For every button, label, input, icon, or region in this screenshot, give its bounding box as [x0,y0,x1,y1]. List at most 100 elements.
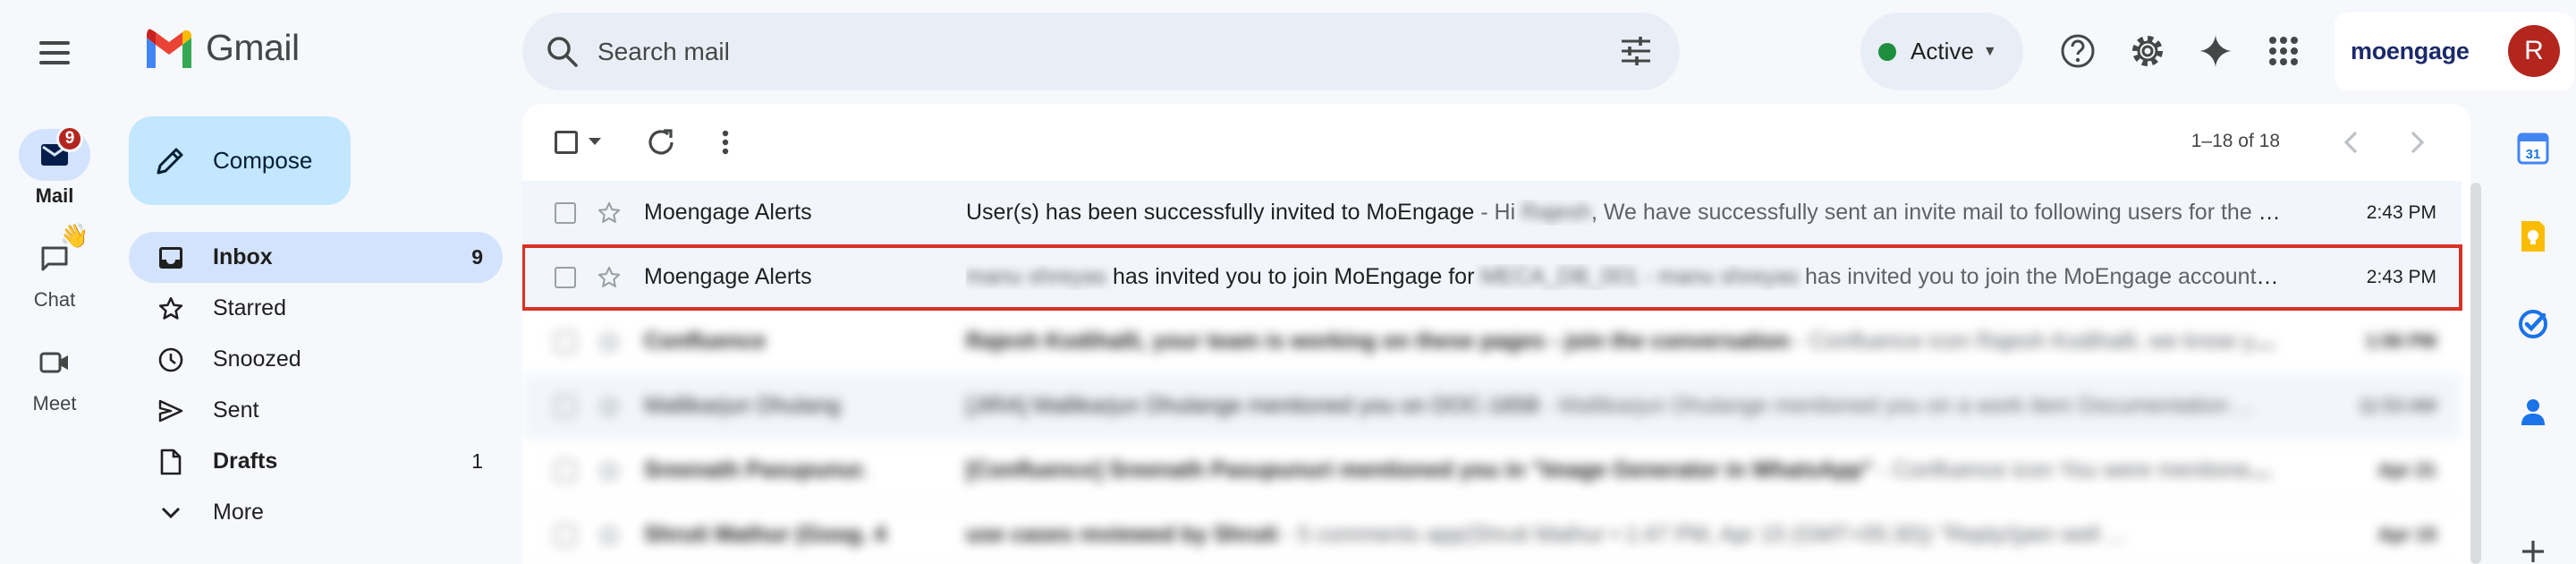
redacted-text: manu shreyas [966,264,1107,289]
nav-label-more: More [213,500,264,525]
nav-item-drafts[interactable]: Drafts 1 [129,436,503,487]
row-checkbox[interactable] [555,266,576,288]
svg-text:31: 31 [2526,147,2541,162]
star-icon[interactable] [597,394,622,419]
chevron-right-icon[interactable] [2399,125,2433,159]
send-icon [158,399,183,422]
email-row[interactable]: Confluence Rajesh Kodihalli, your team i… [522,310,2462,374]
list-toolbar: 1–18 of 18 [522,104,2470,181]
mail-list-panel: 1–18 of 18 Moengage Alerts User(s) has b… [522,104,2470,564]
rail-item-chat[interactable]: 👋 Chat [0,224,109,312]
search-input[interactable] [597,37,1581,66]
keep-icon [2521,221,2545,252]
email-sender: Moengage Alerts [644,264,812,289]
email-preview: use cases reviewed by Shruti - 5 comment… [966,522,2281,548]
email-row[interactable]: Shruti Mathur (Goog. 4 use cases reviewe… [522,503,2462,564]
email-row[interactable]: Mallikarjun Dhulang [JIRA] Mallikarjun D… [522,374,2462,439]
nav-label-snoozed: Snoozed [213,346,301,372]
rail-item-meet[interactable]: Meet [0,337,109,415]
email-preview: manu shreyas has invited you to join MoE… [966,264,2281,290]
nav-item-inbox[interactable]: Inbox 9 [129,232,503,283]
select-menu-chevron-icon[interactable] [587,136,603,147]
redacted-text: Rajesh [1521,200,1591,225]
chevron-down-icon: ▼ [1982,43,1997,59]
hamburger-line [39,41,70,45]
email-snippet: - 5 comments app(Shruti Mathur • 1:47 PM… [1277,522,2125,547]
email-sender: Shruti Mathur (Goog. 4 [644,522,886,547]
star-icon[interactable] [597,265,622,290]
pencil-icon [157,148,183,174]
rail-label-chat: Chat [33,288,76,311]
nav-label-starred: Starred [213,295,286,320]
row-checkbox[interactable] [555,201,576,224]
search-options-icon[interactable] [1619,34,1653,68]
email-sender: Confluence [644,329,767,354]
nav-item-starred[interactable]: Starred [129,283,503,334]
star-icon[interactable] [597,329,622,355]
email-preview: [Confluence] Sreenath Pasupunuri mention… [966,457,2281,483]
rail-item-mail[interactable]: 9 Mail [0,125,109,208]
nav-item-sent[interactable]: Sent [129,385,503,436]
list-scrollbar[interactable] [2470,183,2481,564]
email-sender: Moengage Alerts [644,200,812,225]
pagination-count: 1–18 of 18 [2190,131,2280,151]
gmail-wordmark: Gmail [206,27,300,68]
gmail-logo[interactable]: Gmail [143,27,300,69]
plus-icon [2522,541,2544,562]
draft-icon [160,449,182,474]
rail-pill: 👋 [19,224,90,285]
tasks-app-button[interactable] [2513,304,2553,344]
get-addons-button[interactable] [2513,532,2553,564]
email-snippet: - Mallikarjun Dhulange mentioned you on … [1538,393,2254,418]
email-subject: use cases reviewed by Shruti [966,522,1278,547]
compose-button[interactable]: Compose [129,116,351,205]
settings-button[interactable] [2127,30,2168,72]
inbox-icon [159,246,182,269]
email-subject: has invited you to join MoEngage for [1106,264,1481,289]
row-checkbox[interactable] [555,524,576,546]
hamburger-line [39,51,70,55]
nav-item-snoozed[interactable]: Snoozed [129,334,503,385]
row-checkbox[interactable] [555,395,576,417]
side-panel: 31 [2490,104,2576,564]
email-row[interactable]: Moengage Alerts User(s) has been success… [522,181,2462,245]
main-menu-button[interactable] [32,30,77,75]
email-time: 2:43 PM [2366,201,2436,223]
tasks-icon [2519,310,2547,338]
email-snippet-prefix: - Hi [1474,200,1522,225]
keep-app-button[interactable] [2513,217,2553,256]
email-time: Apr 21 [2377,459,2436,481]
row-checkbox[interactable] [555,330,576,353]
help-button[interactable] [2057,30,2098,72]
email-time: 1:56 PM [2365,330,2436,352]
contacts-icon [2521,399,2545,425]
star-icon[interactable] [597,523,622,548]
avatar: R [2508,25,2560,77]
chevron-left-icon[interactable] [2335,125,2369,159]
more-vert-icon[interactable] [708,125,742,159]
nav-label-inbox: Inbox [213,244,273,269]
email-preview: User(s) has been successfully invited to… [966,200,2281,226]
rail-pill [19,337,90,389]
select-all-checkbox[interactable] [555,131,578,154]
waving-hand-icon: 👋 [60,222,89,249]
folder-nav: Inbox 9 Starred Snoozed Sent Drafts 1 Mo… [129,232,503,538]
calendar-app-button[interactable]: 31 [2513,129,2553,168]
chat-icon [41,246,68,271]
email-time: Apr 15 [2377,524,2436,545]
search-icon[interactable] [546,35,580,69]
account-switcher[interactable]: moengage R [2334,13,2574,90]
email-snippet: , We have successfully sent an invite ma… [1590,200,2281,225]
refresh-icon[interactable] [644,125,678,159]
email-row[interactable]: Sreenath Pasupunur. [Confluence] Sreenat… [522,439,2462,503]
status-selector[interactable]: Active ▼ [1860,13,2023,90]
apps-button[interactable] [2263,30,2304,72]
email-row-highlighted[interactable]: Moengage Alerts manu shreyas has invited… [522,244,2462,311]
nav-item-more[interactable]: More [129,487,503,538]
contacts-app-button[interactable] [2513,392,2553,432]
star-icon[interactable] [597,458,622,483]
row-checkbox[interactable] [555,459,576,482]
apps-grid-icon [2269,37,2298,65]
gemini-button[interactable] [2195,30,2236,72]
star-icon[interactable] [597,201,622,226]
